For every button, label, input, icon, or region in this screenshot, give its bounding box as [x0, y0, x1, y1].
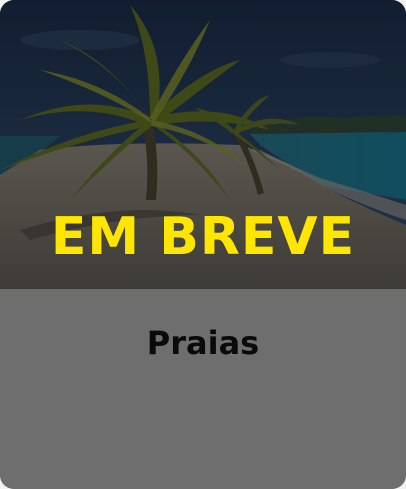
category-card[interactable]: EM BREVE Praias	[0, 0, 406, 489]
coming-soon-label: EM BREVE	[50, 207, 356, 267]
card-footer	[0, 289, 406, 489]
category-title: Praias	[146, 324, 260, 362]
